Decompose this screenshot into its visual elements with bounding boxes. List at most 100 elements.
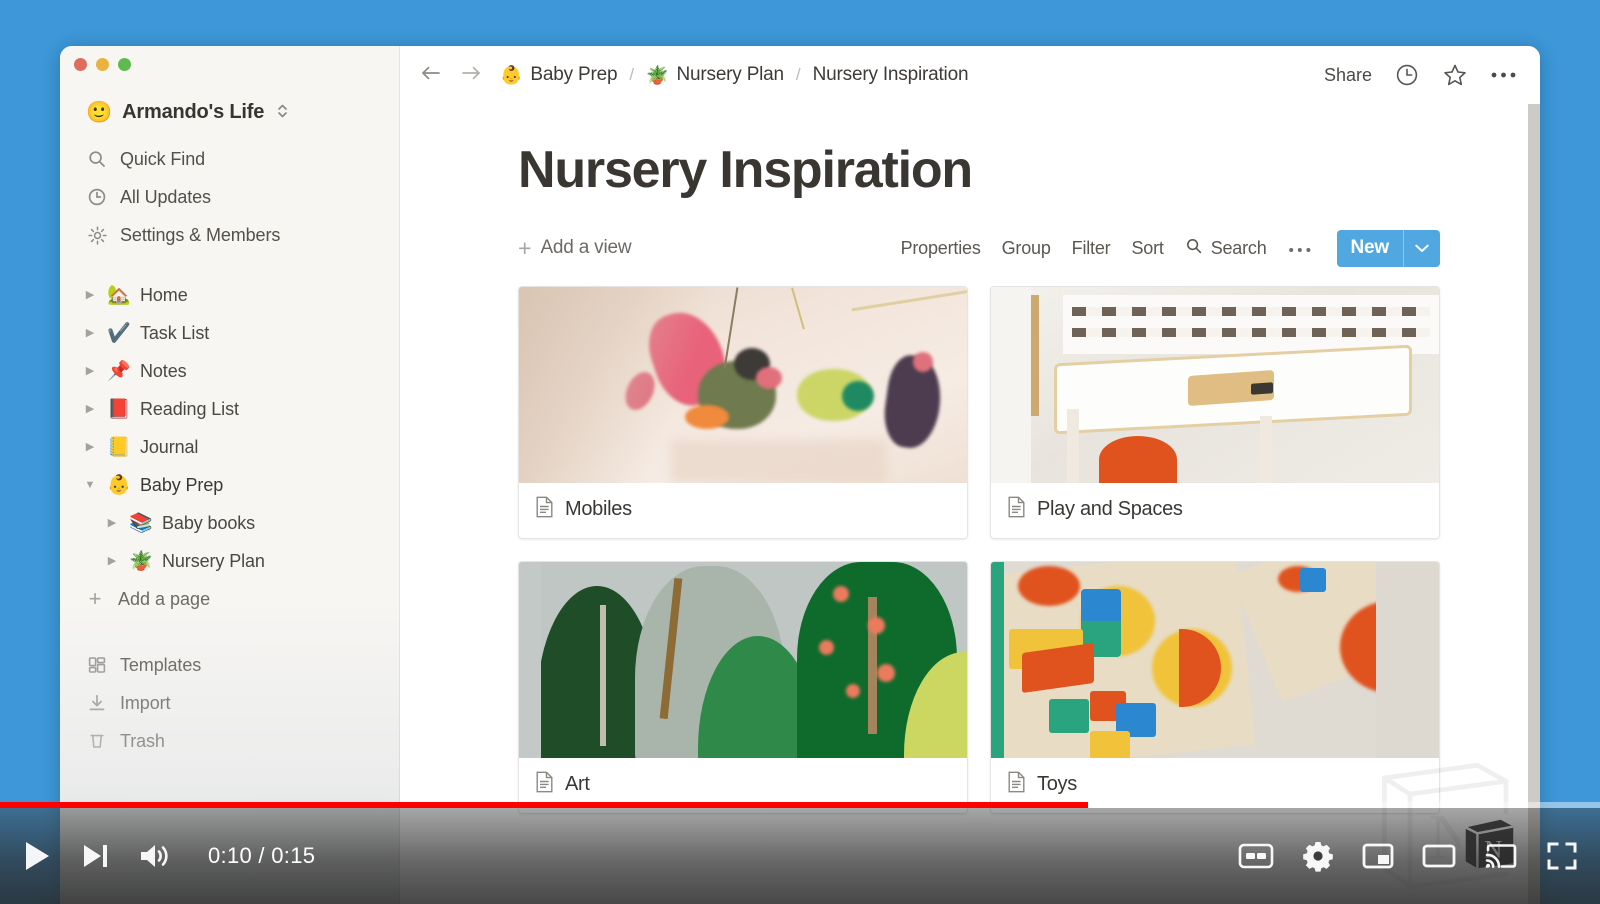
gallery-card-play-and-spaces[interactable]: Play and Spaces [990, 286, 1440, 539]
new-button[interactable]: New [1336, 229, 1440, 267]
sidebar-page-baby-books[interactable]: ▶ 📚 Baby books [60, 504, 400, 542]
clock-icon[interactable] [1394, 62, 1420, 88]
card-thumbnail [519, 562, 967, 758]
sidebar-item-templates[interactable]: Templates [60, 646, 400, 684]
arrow-right-icon[interactable] [458, 63, 484, 88]
gallery-card-mobiles[interactable]: Mobiles [518, 286, 968, 539]
sidebar-page-label: Home [140, 284, 188, 305]
sidebar-item-settings-members[interactable]: Settings & Members [60, 216, 400, 254]
chevron-right-icon[interactable]: ▶ [104, 555, 120, 567]
chevron-right-icon[interactable]: ▶ [82, 289, 98, 301]
top-bar: 👶 Baby Prep / 🪴 Nursery Plan / Nursery I… [400, 46, 1540, 104]
main-content: 👶 Baby Prep / 🪴 Nursery Plan / Nursery I… [400, 46, 1540, 904]
plus-icon: + [88, 586, 102, 611]
sidebar-item-label: Templates [120, 654, 202, 675]
view-toolbar-actions: Properties Group Filter Sort Search New [901, 229, 1440, 267]
sidebar-page-label: Baby Prep [140, 474, 224, 495]
sidebar-page-label: Baby books [162, 512, 256, 533]
video-stage: 🙂 Armando's Life Quick Find All Updates … [0, 0, 1600, 904]
sidebar-page-notes[interactable]: ▶ 📌 Notes [60, 352, 400, 390]
sidebar-page-reading-list[interactable]: ▶ 📕 Reading List [60, 390, 400, 428]
plus-icon: + [518, 234, 532, 261]
cast-icon[interactable] [1484, 842, 1518, 870]
sidebar-bottom-group: Templates Import Trash [60, 646, 400, 760]
next-track-icon[interactable] [80, 841, 110, 871]
chevron-down-icon[interactable] [1404, 230, 1440, 267]
add-a-page-label: Add a page [118, 588, 211, 609]
breadcrumb-emoji: 👶 [500, 64, 523, 85]
player-right-controls [1238, 840, 1578, 872]
arrow-left-icon[interactable] [418, 63, 444, 88]
card-title: Play and Spaces [1037, 498, 1183, 520]
search-button[interactable]: Search [1185, 237, 1267, 260]
properties-button[interactable]: Properties [901, 238, 981, 259]
chevron-right-icon[interactable]: ▶ [82, 441, 98, 453]
search-icon [1185, 237, 1203, 260]
ellipsis-icon[interactable] [1490, 70, 1518, 80]
top-bar-actions: Share [1324, 62, 1518, 88]
miniplayer-icon[interactable] [1362, 842, 1394, 870]
star-icon[interactable] [1442, 62, 1468, 88]
card-footer: Mobiles [519, 483, 967, 538]
settings-gear-icon[interactable] [1302, 840, 1334, 872]
close-button[interactable] [74, 58, 87, 71]
sidebar-page-home[interactable]: ▶ 🏡 Home [60, 276, 400, 314]
sidebar-item-import[interactable]: Import [60, 684, 400, 722]
sidebar-item-quick-find[interactable]: Quick Find [60, 140, 400, 178]
sidebar-item-trash[interactable]: Trash [60, 722, 400, 760]
sort-button[interactable]: Sort [1131, 238, 1163, 259]
card-title: Toys [1037, 773, 1077, 795]
time-display: 0:10 / 0:15 [208, 843, 316, 868]
ellipsis-icon[interactable] [1288, 242, 1312, 254]
sidebar-item-label: Import [120, 692, 171, 713]
add-a-page-button[interactable]: + Add a page [60, 580, 400, 618]
page-icon [1007, 771, 1026, 798]
chevron-right-icon[interactable]: ▶ [82, 365, 98, 377]
sidebar-page-label: Nursery Plan [162, 550, 265, 571]
workspace-name: Armando's Life [122, 100, 265, 123]
fullscreen-icon[interactable] [1546, 841, 1578, 871]
subtitles-cc-icon[interactable] [1238, 842, 1274, 870]
vertical-scrollbar[interactable] [1528, 104, 1540, 904]
import-icon [86, 692, 108, 714]
chevron-down-icon[interactable]: ▼ [82, 479, 98, 491]
breadcrumb-label: Baby Prep [530, 64, 618, 85]
share-button[interactable]: Share [1324, 65, 1372, 86]
search-label: Search [1210, 237, 1267, 258]
add-a-view-button[interactable]: + Add a view [518, 234, 632, 261]
sidebar-item-all-updates[interactable]: All Updates [60, 178, 400, 216]
card-title: Mobiles [565, 498, 632, 520]
volume-icon[interactable] [138, 841, 172, 871]
breadcrumb-item-baby-prep[interactable]: 👶 Baby Prep [500, 64, 618, 86]
workspace-switcher[interactable]: 🙂 Armando's Life [60, 92, 400, 132]
play-icon[interactable] [22, 839, 52, 873]
sidebar-page-baby-prep[interactable]: ▼ 👶 Baby Prep [60, 466, 400, 504]
page-emoji: 👶 [107, 475, 131, 496]
gear-icon [86, 224, 108, 246]
gallery-card-art[interactable]: Art [518, 561, 968, 814]
breadcrumb-item-nursery-plan[interactable]: 🪴 Nursery Plan [646, 64, 784, 86]
minimize-button[interactable] [96, 58, 109, 71]
page-icon [1007, 496, 1026, 523]
theater-mode-icon[interactable] [1422, 842, 1456, 870]
filter-button[interactable]: Filter [1072, 238, 1111, 259]
breadcrumb-label: Nursery Plan [676, 64, 785, 85]
breadcrumb-separator: / [629, 65, 635, 84]
trash-icon [86, 730, 108, 752]
sidebar-page-nursery-plan[interactable]: ▶ 🪴 Nursery Plan [60, 542, 400, 580]
chevron-right-icon[interactable]: ▶ [82, 327, 98, 339]
maximize-button[interactable] [118, 58, 131, 71]
database-view-toolbar: + Add a view Properties Group Filter Sor… [400, 226, 1540, 270]
sidebar-page-task-list[interactable]: ▶ ✔️ Task List [60, 314, 400, 352]
group-button[interactable]: Group [1002, 238, 1051, 259]
gallery-card-toys[interactable]: Toys [990, 561, 1440, 814]
chevron-right-icon[interactable]: ▶ [82, 403, 98, 415]
player-left-controls: 0:10 / 0:15 [22, 839, 315, 873]
chevron-right-icon[interactable]: ▶ [104, 517, 120, 529]
notion-app-window: 🙂 Armando's Life Quick Find All Updates … [60, 46, 1540, 904]
add-a-view-label: Add a view [540, 237, 632, 258]
sidebar-nav-group: Quick Find All Updates Settings & Member… [60, 140, 400, 254]
sidebar-page-journal[interactable]: ▶ 📒 Journal [60, 428, 400, 466]
video-controls-bar: 0:10 / 0:15 [0, 808, 1600, 904]
breadcrumb-item-nursery-inspiration[interactable]: Nursery Inspiration [813, 64, 969, 86]
